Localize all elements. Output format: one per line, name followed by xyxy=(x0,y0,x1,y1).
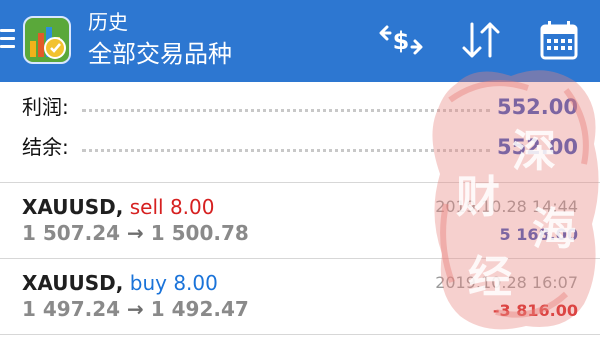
deal-prices: 1 497.24 → 1 492.47 xyxy=(22,296,249,322)
profit-value: 552.00 xyxy=(496,95,578,119)
divider xyxy=(0,258,600,259)
deal-header: XAUUSD, buy 8.00 xyxy=(22,270,218,296)
deal-row[interactable]: XAUUSD, buy 8.00 1 497.24 → 1 492.47 201… xyxy=(0,262,600,334)
deal-time: 2019.10.28 16:07 xyxy=(435,273,578,292)
arrow-right-icon: → xyxy=(127,221,144,245)
deal-profit: -3 816.00 xyxy=(492,301,578,320)
deal-separator: , xyxy=(115,195,124,219)
close-price: 1 500.78 xyxy=(150,221,249,245)
balance-label: 结余: xyxy=(22,135,69,159)
page-title: 历史 xyxy=(88,10,128,34)
deal-time: 2019.10.28 14:44 xyxy=(435,197,578,216)
summary-section: 利润: 552.00 结余: 552.00 xyxy=(0,82,600,182)
dotted-leader xyxy=(82,149,490,152)
divider xyxy=(0,182,600,183)
profit-row: 利润: 552.00 xyxy=(0,92,600,122)
currency-exchange-icon[interactable]: $ xyxy=(378,18,424,62)
deal-profit: 5 168.00 xyxy=(499,225,578,244)
arrow-right-icon: → xyxy=(127,297,144,321)
deal-symbol: XAUUSD xyxy=(22,195,116,219)
deal-type: buy 8.00 xyxy=(129,271,218,295)
deal-symbol: XAUUSD xyxy=(22,271,116,295)
open-price: 1 507.24 xyxy=(22,221,121,245)
app-bar: 历史 全部交易品种 $ xyxy=(0,0,600,82)
divider xyxy=(0,334,600,335)
svg-text:$: $ xyxy=(393,27,410,55)
symbol-filter[interactable]: 全部交易品种 xyxy=(88,38,232,70)
profit-label: 利润: xyxy=(22,95,69,119)
deal-row[interactable]: XAUUSD, sell 8.00 1 507.24 → 1 500.78 20… xyxy=(0,186,600,258)
close-price: 1 492.47 xyxy=(150,297,249,321)
deal-header: XAUUSD, sell 8.00 xyxy=(22,194,214,220)
balance-value: 552.00 xyxy=(496,135,578,159)
dotted-leader xyxy=(82,109,490,112)
sort-icon[interactable] xyxy=(458,18,504,62)
open-price: 1 497.24 xyxy=(22,297,121,321)
menu-icon[interactable] xyxy=(0,26,18,52)
deal-separator: , xyxy=(115,271,124,295)
balance-row: 结余: 552.00 xyxy=(0,132,600,162)
deal-prices: 1 507.24 → 1 500.78 xyxy=(22,220,249,246)
deal-type: sell 8.00 xyxy=(129,195,215,219)
calendar-icon[interactable] xyxy=(536,18,582,62)
app-logo xyxy=(22,15,72,65)
